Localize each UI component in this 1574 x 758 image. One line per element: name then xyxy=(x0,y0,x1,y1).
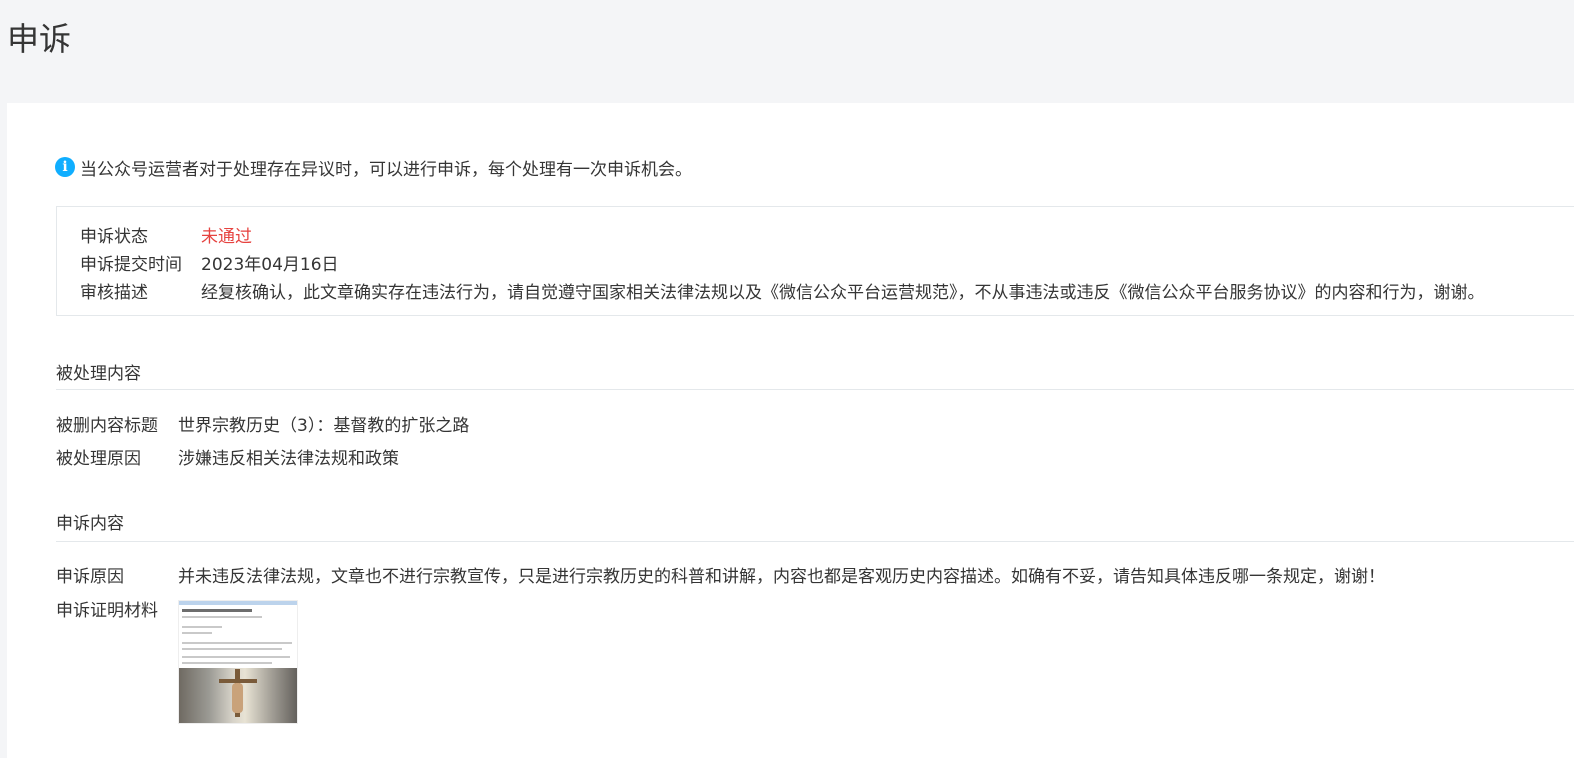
handled-reason-row: 被处理原因 涉嫌违反相关法律法规和政策 xyxy=(56,442,399,470)
appeal-section-title: 申诉内容 xyxy=(56,514,124,534)
notice-text: 当公众号运营者对于处理存在异议时，可以进行申诉，每个处理有一次申诉机会。 xyxy=(80,159,692,180)
divider xyxy=(56,541,1574,542)
submit-time-row: 申诉提交时间 2023年04月16日 xyxy=(80,248,339,276)
evidence-label: 申诉证明材料 xyxy=(56,600,158,621)
evidence-thumbnail[interactable] xyxy=(178,600,298,724)
evidence-row: 申诉证明材料 xyxy=(56,594,178,622)
crucifix-image xyxy=(179,668,297,723)
deleted-title-value: 世界宗教历史（3）：基督教的扩张之路 xyxy=(178,415,470,436)
notice-bar: i 当公众号运营者对于处理存在异议时，可以进行申诉，每个处理有一次申诉机会。 xyxy=(55,155,692,180)
appeal-reason-value: 并未违反法律法规，文章也不进行宗教宣传，只是进行宗教历史的科普和讲解，内容也都是… xyxy=(178,566,1385,587)
info-icon: i xyxy=(55,157,75,177)
handled-reason-value: 涉嫌违反相关法律法规和政策 xyxy=(178,448,399,469)
review-desc-row: 审核描述 经复核确认，此文章确实存在违法行为，请自觉遵守国家相关法律法规以及《微… xyxy=(80,276,1485,304)
page-title: 申诉 xyxy=(7,20,72,58)
handled-reason-label: 被处理原因 xyxy=(56,448,141,469)
divider xyxy=(56,389,1574,390)
deleted-title-label: 被删内容标题 xyxy=(56,415,158,436)
review-desc-label: 审核描述 xyxy=(80,282,148,303)
appeal-reason-label: 申诉原因 xyxy=(56,566,124,587)
status-label: 申诉状态 xyxy=(80,226,148,247)
appeal-reason-row: 申诉原因 并未违反法律法规，文章也不进行宗教宣传，只是进行宗教历史的科普和讲解，… xyxy=(56,560,1385,588)
submit-time-label: 申诉提交时间 xyxy=(80,254,182,275)
review-desc-value: 经复核确认，此文章确实存在违法行为，请自觉遵守国家相关法律法规以及《微信公众平台… xyxy=(201,282,1485,303)
handled-section-title: 被处理内容 xyxy=(56,364,141,384)
submit-time-value: 2023年04月16日 xyxy=(201,254,339,275)
appeal-detail-card: i 当公众号运营者对于处理存在异议时，可以进行申诉，每个处理有一次申诉机会。 申… xyxy=(7,103,1574,758)
appeal-status-box: 申诉状态 未通过 申诉提交时间 2023年04月16日 审核描述 经复核确认，此… xyxy=(56,206,1574,316)
status-value: 未通过 xyxy=(201,226,252,247)
deleted-title-row: 被删内容标题 世界宗教历史（3）：基督教的扩张之路 xyxy=(56,409,469,437)
status-row: 申诉状态 未通过 xyxy=(80,220,252,248)
